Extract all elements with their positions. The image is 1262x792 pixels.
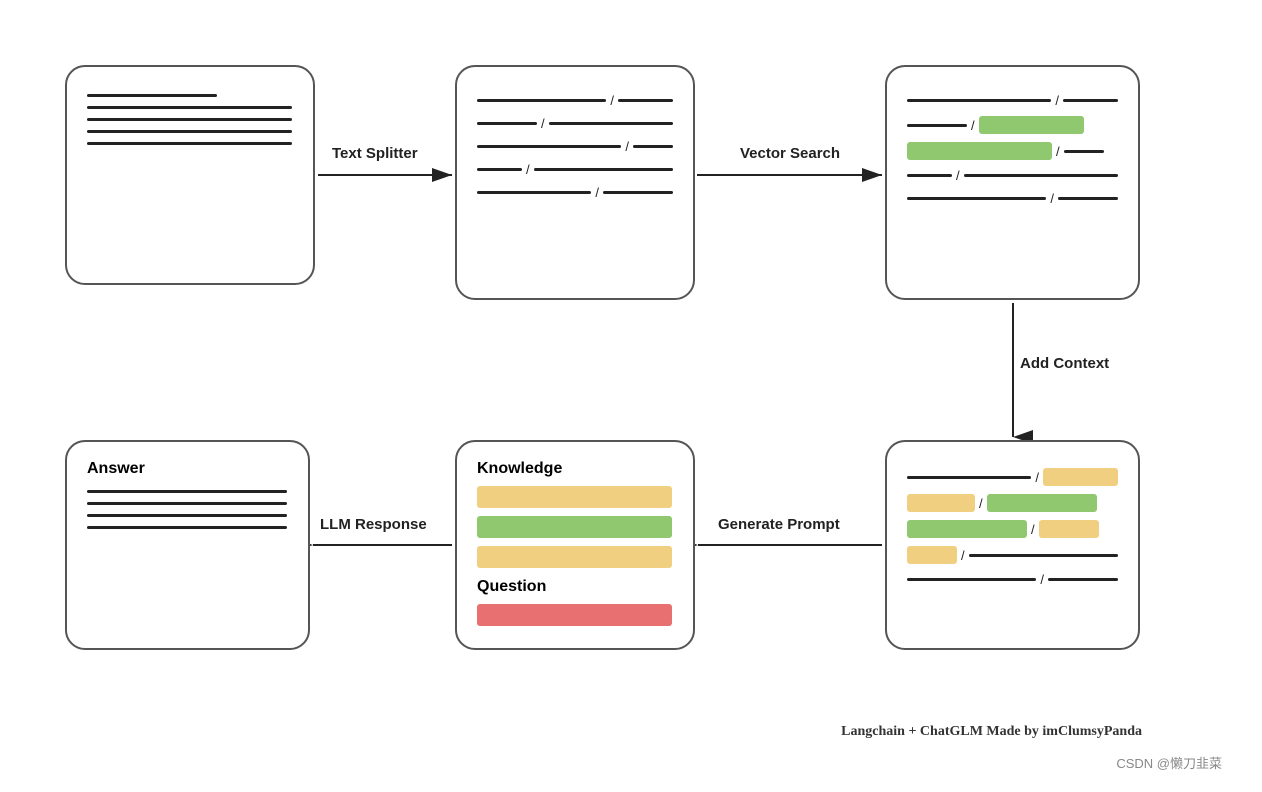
generate-prompt-label: Generate Prompt <box>718 516 840 533</box>
knowledge-label: Knowledge <box>477 460 673 478</box>
ans-line-4 <box>87 526 287 529</box>
vec-row-2: / <box>907 116 1118 134</box>
ctx-row-4: / <box>907 546 1118 564</box>
doc-line-4 <box>87 130 292 133</box>
chunk-row-4: / <box>477 162 673 177</box>
vec-row-1: / <box>907 93 1118 108</box>
ctx-row-3: / <box>907 520 1118 538</box>
ctx-row-2: / <box>907 494 1118 512</box>
doc-line-1 <box>87 94 217 97</box>
question-label: Question <box>477 578 673 596</box>
ctx-row-5: / <box>907 572 1118 587</box>
chunk-row-5: / <box>477 185 673 200</box>
text-splitter-label: Text Splitter <box>332 145 418 162</box>
doc-line-2 <box>87 106 292 109</box>
knowledge-bar-3 <box>477 546 672 568</box>
knowledge-bar-2 <box>477 516 672 538</box>
question-bar <box>477 604 672 626</box>
context-card: / / / / / <box>885 440 1140 650</box>
add-context-label: Add Context <box>1020 355 1109 372</box>
ans-line-2 <box>87 502 287 505</box>
answer-label: Answer <box>87 460 288 478</box>
knowledge-bar-1 <box>477 486 672 508</box>
csdn-tag: CSDN @懒刀韭菜 <box>1116 753 1222 772</box>
prompt-card: Knowledge Question <box>455 440 695 650</box>
chunks-card: / / / / / <box>455 65 695 300</box>
vector-search-label: Vector Search <box>740 145 840 162</box>
ctx-row-1: / <box>907 468 1118 486</box>
vec-row-3: / <box>907 142 1118 160</box>
watermark: Langchain + ChatGLM Made by imClumsyPand… <box>841 724 1142 740</box>
vector-results-card: / / / / / <box>885 65 1140 300</box>
plain-doc-card <box>65 65 315 285</box>
answer-card: Answer <box>65 440 310 650</box>
ans-line-1 <box>87 490 287 493</box>
doc-line-5 <box>87 142 292 145</box>
chunk-row-1: / <box>477 93 673 108</box>
chunk-row-2: / <box>477 116 673 131</box>
vec-row-5: / <box>907 191 1118 206</box>
diagram: Text Splitter Vector Search Add Context … <box>0 0 1262 792</box>
doc-line-3 <box>87 118 292 121</box>
vec-row-4: / <box>907 168 1118 183</box>
llm-response-label: LLM Response <box>320 516 427 533</box>
chunk-row-3: / <box>477 139 673 154</box>
ans-line-3 <box>87 514 287 517</box>
